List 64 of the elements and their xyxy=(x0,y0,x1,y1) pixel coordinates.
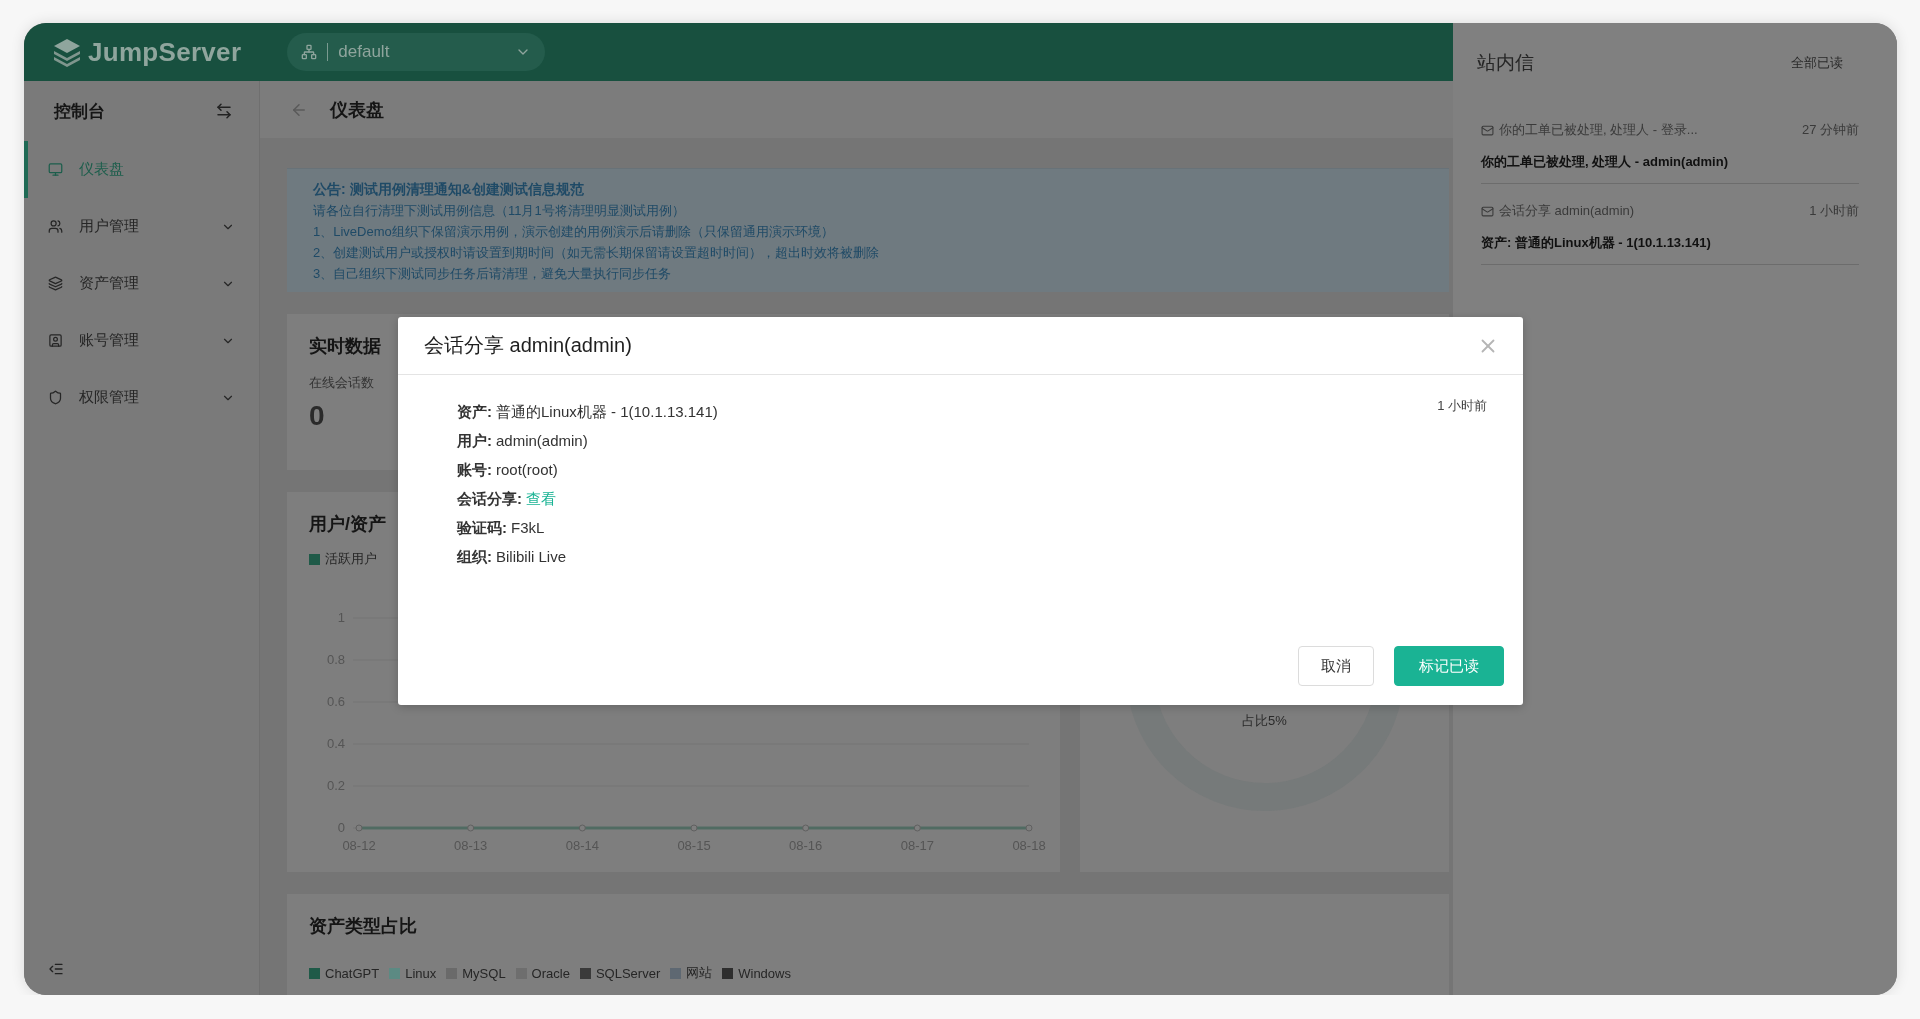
card-title: 用户/资产 xyxy=(309,513,386,536)
field-label: 账号: xyxy=(457,460,492,480)
field-value: root(root) xyxy=(496,460,558,480)
donut-label: 占比5% xyxy=(1242,712,1287,730)
organization-select[interactable]: default xyxy=(287,33,546,71)
legend-item: MySQL xyxy=(446,964,506,982)
monitor-icon xyxy=(48,162,63,177)
page-title: 仪表盘 xyxy=(330,98,384,122)
legend-item: Windows xyxy=(722,964,791,982)
field-label: 组织: xyxy=(457,547,492,567)
field-label: 用户: xyxy=(457,431,492,451)
legend-item: ChatGPT xyxy=(309,964,380,982)
sidebar-item[interactable]: 权限管理 xyxy=(24,369,259,426)
mark-all-read-link[interactable]: 全部已读 xyxy=(1791,54,1843,72)
legend-item: SQLServer xyxy=(579,964,661,982)
sidebar-item[interactable]: 用户管理 xyxy=(24,198,259,255)
sidebar-title: 控制台 xyxy=(54,100,105,123)
message-time: 27 分钟前 xyxy=(1801,121,1859,139)
legend-item: 网站 xyxy=(670,964,713,982)
message-item[interactable]: 你的工单已被处理, 处理人 - 登录... 27 分钟前 你的工单已被处理, 处理人 - admin(admin) xyxy=(1481,103,1859,184)
mail-icon xyxy=(1481,123,1494,137)
message-subject: 会话分享 admin(admin) xyxy=(1499,202,1636,220)
sidebar-item[interactable]: 账号管理 xyxy=(24,312,259,369)
announcement-line: 1、LiveDemo组织下保留演示用例，演示创建的用例演示后请删除（只保留通用演示环境） xyxy=(313,223,834,241)
shield-icon xyxy=(48,390,63,405)
sidebar-item[interactable]: 资产管理 xyxy=(24,255,259,312)
message-time: 1 小时前 xyxy=(1809,202,1859,220)
network-icon xyxy=(301,44,318,60)
switch-icon[interactable] xyxy=(215,102,233,120)
announcement-title: 公告: 测试用例清理通知&创建测试信息规范 xyxy=(313,180,584,199)
legend-item: Linux xyxy=(389,964,437,982)
message-content: 你的工单已被处理, 处理人 - admin(admin) xyxy=(1481,153,1729,171)
legend-item: Oracle xyxy=(515,964,570,982)
user-card-icon xyxy=(48,333,63,348)
field-label: 会话分享: xyxy=(457,489,522,509)
announcement-line: 请各位自行清理下测试用例信息（11月1号将清理明显测试用例） xyxy=(313,202,685,220)
field-value: Bilibili Live xyxy=(496,547,567,567)
view-link[interactable]: 查看 xyxy=(526,488,556,510)
logo-icon xyxy=(52,37,82,67)
cancel-button[interactable]: 取消 xyxy=(1298,646,1374,686)
drawer-title: 站内信 xyxy=(1477,51,1534,75)
message-item[interactable]: 会话分享 admin(admin) 1 小时前 资产: 普通的Linux机器 - 1(10.1.13.141) xyxy=(1481,184,1859,265)
dialog-title: 会话分享 admin(admin) xyxy=(424,333,632,358)
mark-read-button[interactable]: 标记已读 xyxy=(1394,646,1504,686)
card-title: 资产类型占比 xyxy=(309,915,417,938)
announcement-line: 3、自己组织下测试同步任务后请清理，避免大量执行同步任务 xyxy=(313,265,672,283)
announcement-line: 2、创建测试用户或授权时请设置到期时间（如无需长期保留请设置超时时间），超出时效将被删除 xyxy=(313,244,880,262)
field-label: 资产: xyxy=(457,402,492,422)
message-subject: 你的工单已被处理, 处理人 - 登录... xyxy=(1499,121,1699,139)
field-value: 普通的Linux机器 - 1(10.1.13.141) xyxy=(496,402,718,422)
logo-text: JumpServer xyxy=(88,36,242,68)
users-icon xyxy=(48,219,63,234)
metric-label: 在线会话数 xyxy=(309,374,374,392)
message-content: 资产: 普通的Linux机器 - 1(10.1.13.141) xyxy=(1481,234,1712,252)
field-value: F3kL xyxy=(511,518,545,538)
field-label: 验证码: xyxy=(457,518,507,538)
field-value: admin(admin) xyxy=(496,431,588,451)
metric-value: 0 xyxy=(309,400,325,432)
collapse-menu-icon[interactable] xyxy=(48,961,64,977)
message-time: 1 小时前 xyxy=(1437,397,1487,415)
card-title: 实时数据 xyxy=(309,335,381,358)
layers-icon xyxy=(48,276,63,291)
mail-icon xyxy=(1481,204,1494,218)
legend-item: 活跃用户 xyxy=(309,550,377,568)
